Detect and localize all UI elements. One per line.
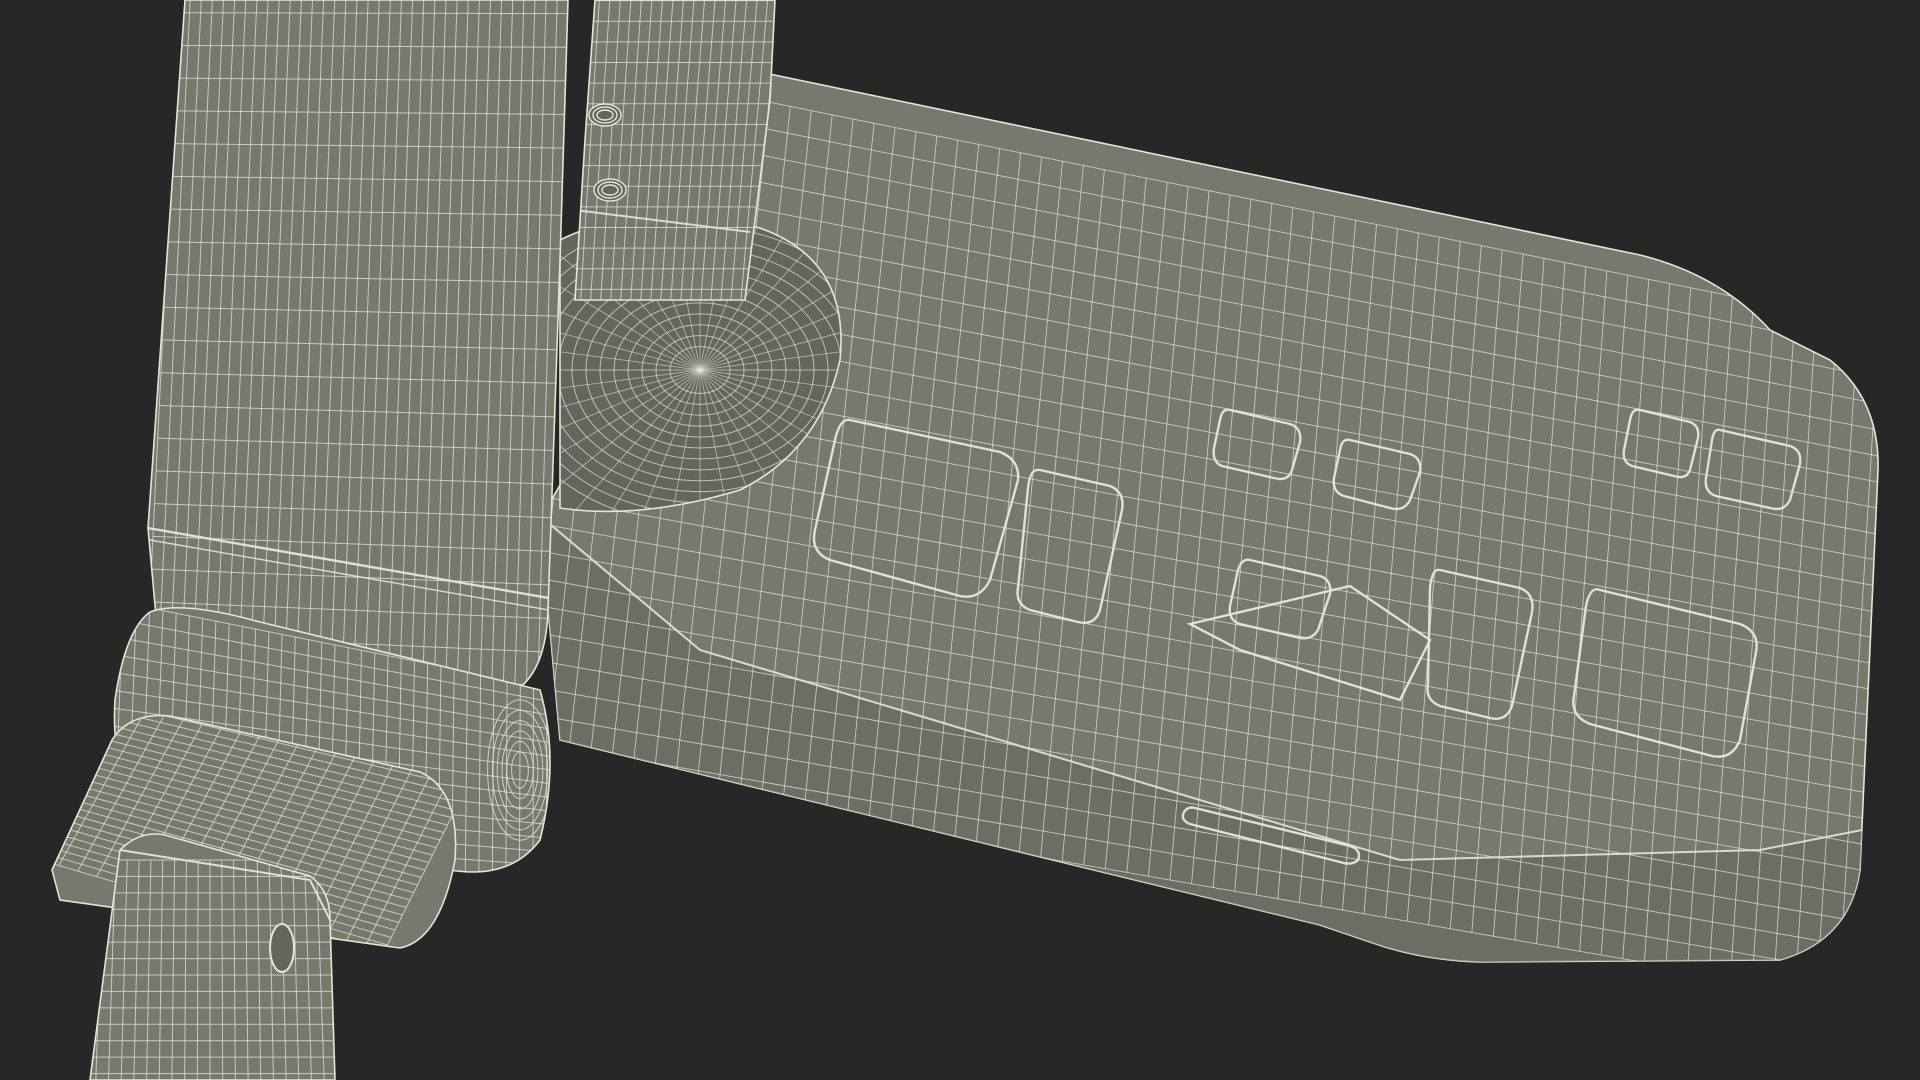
- foot-clamp-hole: [269, 923, 295, 973]
- wireframe-scene: [0, 0, 1920, 1080]
- upper-arm-rear: [574, 0, 776, 301]
- render-viewport: [0, 0, 1920, 1080]
- upper-arm-front-surface: [147, 0, 569, 701]
